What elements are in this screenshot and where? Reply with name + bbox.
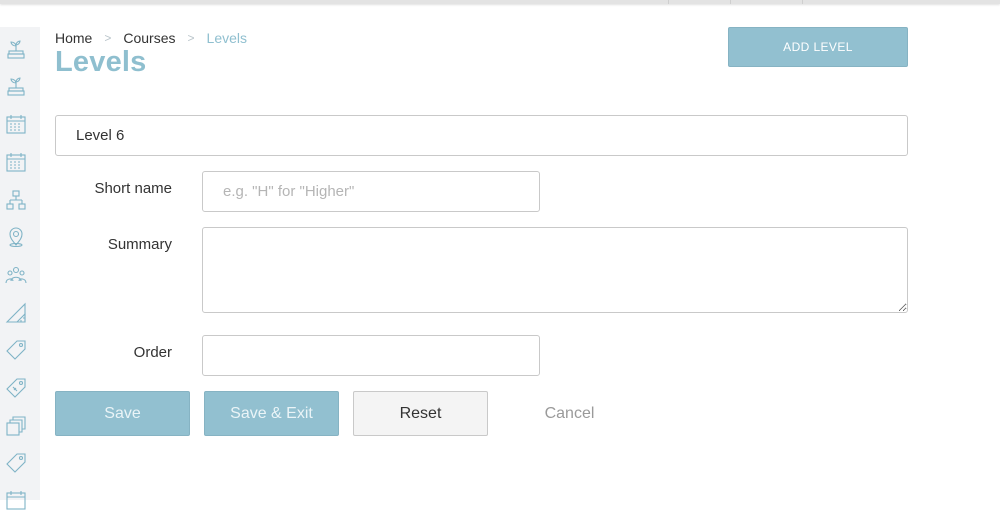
hierarchy-icon[interactable] <box>5 189 27 211</box>
tag-icon[interactable] <box>5 339 27 361</box>
calendar-icon[interactable] <box>5 489 27 511</box>
level-name-field[interactable] <box>55 115 908 156</box>
location-pin-icon[interactable] <box>5 226 27 248</box>
people-group-icon[interactable] <box>5 264 27 286</box>
topbar-divider <box>730 0 731 4</box>
top-bar <box>0 0 1000 4</box>
order-field[interactable] <box>202 335 540 376</box>
stack-icon[interactable] <box>5 415 27 437</box>
money-tag-icon[interactable] <box>5 377 27 399</box>
breadcrumb: Home > Courses > Levels <box>55 29 247 47</box>
summary-field[interactable] <box>202 227 908 313</box>
order-label: Order <box>133 344 172 361</box>
tag-icon[interactable] <box>5 452 27 474</box>
topbar-divider <box>802 0 803 4</box>
chevron-right-icon: > <box>104 31 112 45</box>
summary-label: Summary <box>107 236 172 253</box>
calendar-icon[interactable] <box>5 151 27 173</box>
save-button[interactable]: Save <box>55 391 190 436</box>
ruler-triangle-icon[interactable] <box>5 302 27 324</box>
cancel-button[interactable]: Cancel <box>502 391 637 436</box>
short-name-label: Short name <box>94 180 172 197</box>
page-title: Levels <box>55 46 147 78</box>
breadcrumb-courses[interactable]: Courses <box>123 30 175 46</box>
topbar-divider <box>668 0 669 4</box>
plant-icon[interactable] <box>5 38 27 60</box>
breadcrumb-current: Levels <box>206 30 247 46</box>
add-level-button[interactable]: ADD LEVEL <box>728 27 908 67</box>
chevron-right-icon: > <box>187 31 195 45</box>
save-exit-button[interactable]: Save & Exit <box>204 391 339 436</box>
short-name-field[interactable] <box>202 171 540 212</box>
breadcrumb-home[interactable]: Home <box>55 30 92 46</box>
sidebar <box>0 27 40 510</box>
calendar-icon[interactable] <box>5 113 27 135</box>
reset-button[interactable]: Reset <box>353 391 488 436</box>
plant-icon[interactable] <box>5 75 27 97</box>
